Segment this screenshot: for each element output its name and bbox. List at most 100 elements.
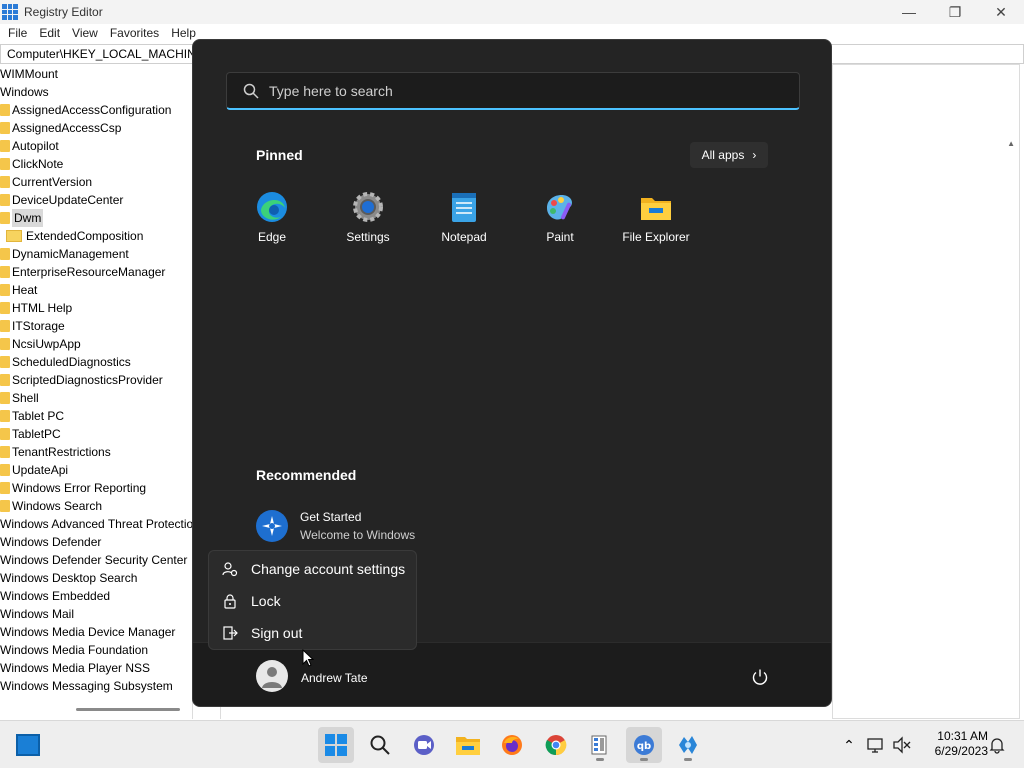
tree-item[interactable]: Heat <box>0 281 37 299</box>
user-avatar[interactable] <box>256 660 288 692</box>
tree-item-label: Windows Defender <box>0 535 102 549</box>
registry-tree[interactable]: WIMMount Windows AssignedAccessConfigurati… <box>0 64 193 719</box>
tree-item[interactable]: ScheduledDiagnostics <box>0 353 131 371</box>
pinned-app-file-explorer[interactable]: File Explorer <box>608 190 704 250</box>
tree-item-label: AssignedAccessConfiguration <box>12 103 172 117</box>
tree-item-label: HTML Help <box>12 301 73 315</box>
taskbar-app[interactable] <box>670 727 706 763</box>
pinned-app-settings[interactable]: Settings <box>320 190 416 250</box>
folder-icon <box>0 410 10 422</box>
pinned-app-paint[interactable]: Paint <box>512 190 608 250</box>
menu-item-change-account-settings[interactable]: Change account settings <box>209 553 416 585</box>
menu-view[interactable]: View <box>66 24 104 42</box>
tree-item[interactable]: Autopilot <box>0 137 59 155</box>
pinned-title: Pinned <box>256 147 303 163</box>
recommended-title: Recommended <box>256 467 357 483</box>
start-search-box[interactable] <box>226 72 800 110</box>
tree-item[interactable]: Windows Media Foundation <box>0 641 148 659</box>
taskbar-chat-button[interactable] <box>406 727 442 763</box>
taskbar-registry-editor[interactable] <box>582 727 618 763</box>
tree-item[interactable]: Tablet PC <box>0 407 64 425</box>
tree-item-label: CurrentVersion <box>12 175 93 189</box>
tree-item[interactable]: AssignedAccessCsp <box>0 119 121 137</box>
tree-item[interactable]: Windows Mail <box>0 605 74 623</box>
close-button[interactable]: ✕ <box>978 0 1024 24</box>
tree-item[interactable]: Windows Embedded <box>0 587 110 605</box>
search-input[interactable] <box>269 82 769 99</box>
file-explorer-icon <box>456 737 480 755</box>
registry-values-pane[interactable]: ▲ <box>832 64 1020 719</box>
folder-icon <box>0 374 10 386</box>
pinned-app-notepad[interactable]: Notepad <box>416 190 512 250</box>
folder-icon <box>0 338 10 350</box>
tree-item-label: Tablet PC <box>12 409 65 423</box>
tree-item[interactable]: ExtendedComposition <box>0 227 143 245</box>
tree-item[interactable]: EnterpriseResourceManager <box>0 263 165 281</box>
tree-item-label: DeviceUpdateCenter <box>12 193 124 207</box>
volume-status[interactable] <box>892 721 912 768</box>
scroll-up-arrow-icon[interactable]: ▲ <box>1007 139 1015 148</box>
minimize-button[interactable]: — <box>886 0 932 24</box>
menu-item-sign-out[interactable]: Sign out <box>209 617 416 649</box>
taskbar-chrome[interactable] <box>538 727 574 763</box>
user-name[interactable]: Andrew Tate <box>301 671 368 685</box>
tree-item[interactable]: ITStorage <box>0 317 65 335</box>
chevron-up-icon[interactable]: ⌃ <box>840 737 858 754</box>
tree-item[interactable]: Windows Defender Security Center <box>0 551 187 569</box>
taskbar-search-button[interactable] <box>362 727 398 763</box>
network-status[interactable] <box>866 721 886 768</box>
tree-item[interactable]: UpdateApi <box>0 461 68 479</box>
tree-item[interactable]: Windows <box>0 83 49 101</box>
tree-item[interactable]: Windows Media Device Manager <box>0 623 175 641</box>
pinned-app-edge[interactable]: Edge <box>224 190 320 250</box>
tree-item-label: Windows Advanced Threat Protection <box>0 517 193 531</box>
tree-item[interactable]: AssignedAccessConfiguration <box>0 101 171 119</box>
power-button[interactable] <box>749 666 771 688</box>
taskbar-file-explorer[interactable] <box>450 727 486 763</box>
widgets-icon[interactable] <box>16 734 40 756</box>
tree-item-label: Autopilot <box>12 139 59 153</box>
volume-muted-icon <box>893 736 911 754</box>
tree-item[interactable]: ScriptedDiagnosticsProvider <box>0 371 163 389</box>
tree-item[interactable]: Windows Search <box>0 497 102 515</box>
notifications-button[interactable] <box>988 721 1006 768</box>
tree-item[interactable]: Windows Desktop Search <box>0 569 137 587</box>
taskbar-clock[interactable]: 10:31 AM 6/29/2023 <box>918 729 988 759</box>
tree-item[interactable]: WIMMount <box>0 65 58 83</box>
tree-item-label: TabletPC <box>12 427 61 441</box>
window-title: Registry Editor <box>24 5 103 19</box>
tree-item[interactable]: DynamicManagement <box>0 245 129 263</box>
tree-horizontal-scrollbar[interactable] <box>76 708 180 711</box>
tree-item[interactable]: CurrentVersion <box>0 173 92 191</box>
tree-item[interactable]: Windows Advanced Threat Protection <box>0 515 193 533</box>
tree-item[interactable]: HTML Help <box>0 299 72 317</box>
tree-item[interactable]: Shell <box>0 389 39 407</box>
start-button[interactable] <box>318 727 354 763</box>
tree-item-label: ITStorage <box>12 319 65 333</box>
tree-item-label: WIMMount <box>0 67 59 81</box>
recommended-item-subtitle: Welcome to Windows <box>300 528 416 542</box>
tree-item[interactable]: NcsiUwpApp <box>0 335 81 353</box>
tree-item[interactable]: Windows Error Reporting <box>0 479 146 497</box>
tree-item[interactable]: Windows Media Player NSS <box>0 659 150 677</box>
tree-item[interactable]: Windows Messaging Subsystem <box>0 677 173 695</box>
tree-item[interactable]: DeviceUpdateCenter <box>0 191 123 209</box>
tree-item[interactable]: TenantRestrictions <box>0 443 111 461</box>
tree-item[interactable]: Windows Defender <box>0 533 101 551</box>
menu-edit[interactable]: Edit <box>33 24 66 42</box>
recommended-item-get-started[interactable]: Get Started Welcome to Windows <box>256 510 415 542</box>
all-apps-button[interactable]: All apps › <box>690 142 768 168</box>
maximize-button[interactable]: ❐ <box>932 0 978 24</box>
folder-icon <box>0 212 10 224</box>
tree-item[interactable]: TabletPC <box>0 425 61 443</box>
folder-icon <box>0 356 10 368</box>
taskbar-qbittorrent[interactable]: qb <box>626 727 662 763</box>
menu-file[interactable]: File <box>2 24 33 42</box>
tree-item[interactable]: Dwm <box>0 209 44 227</box>
taskbar-firefox[interactable] <box>494 727 530 763</box>
folder-icon <box>0 482 10 494</box>
tree-item[interactable]: ClickNote <box>0 155 63 173</box>
menu-favorites[interactable]: Favorites <box>104 24 165 42</box>
tree-item-label: ExtendedComposition <box>26 229 144 243</box>
menu-item-lock[interactable]: Lock <box>209 585 416 617</box>
